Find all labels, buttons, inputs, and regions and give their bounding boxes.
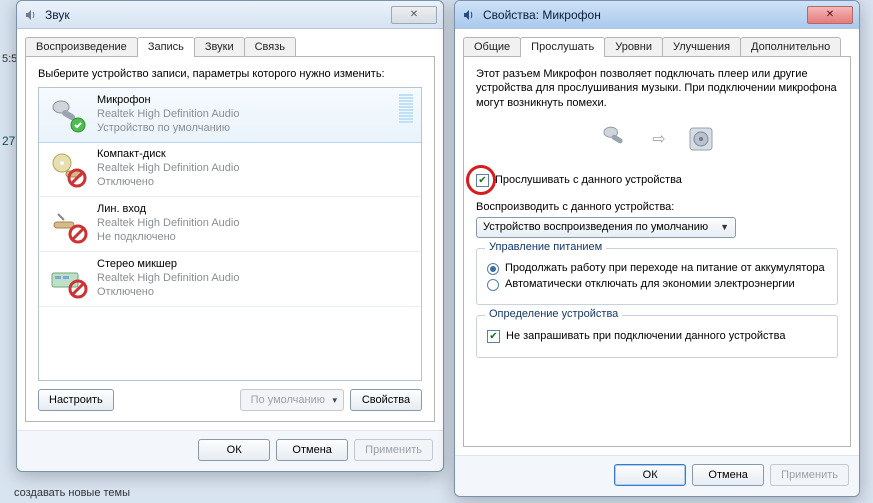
radio-auto-off[interactable] xyxy=(487,279,499,291)
sound-footer: ОК Отмена Применить xyxy=(17,430,443,471)
close-button[interactable]: ✕ xyxy=(807,6,853,24)
device-microphone[interactable]: Микрофон Realtek High Definition Audio У… xyxy=(38,87,422,143)
device-name: Компакт-диск xyxy=(97,148,413,162)
listen-checkbox[interactable]: ✔ xyxy=(476,174,489,187)
cancel-button[interactable]: Отмена xyxy=(276,439,348,461)
linein-icon xyxy=(47,203,89,245)
detection-group: Определение устройства ✔ Не запрашивать … xyxy=(476,315,838,358)
stereomix-icon xyxy=(47,258,89,300)
tab-recording[interactable]: Запись xyxy=(137,37,195,57)
cd-icon xyxy=(47,148,89,190)
device-driver: Realtek High Definition Audio xyxy=(97,217,413,231)
tab-listen[interactable]: Прослушать xyxy=(520,37,605,57)
speaker-device-icon xyxy=(686,124,716,154)
listen-checkbox-row[interactable]: ✔ Прослушивать с данного устройства xyxy=(476,174,838,187)
props-tabs: Общие Прослушать Уровни Улучшения Дополн… xyxy=(463,35,851,57)
bg-themes-text: создавать новые темы xyxy=(14,487,130,499)
speaker-icon xyxy=(461,7,477,23)
radio-continue[interactable] xyxy=(487,263,499,275)
power-management-group: Управление питанием Продолжать работу пр… xyxy=(476,248,838,305)
device-name: Лин. вход xyxy=(97,203,413,217)
device-status: Отключено xyxy=(97,176,413,190)
description-text: Этот разъем Микрофон позволяет подключат… xyxy=(476,67,838,110)
props-title: Свойства: Микрофон xyxy=(483,8,805,22)
device-status: Не подключено xyxy=(97,231,413,245)
sound-titlebar[interactable]: Звук ✕ xyxy=(17,1,443,29)
device-driver: Realtek High Definition Audio xyxy=(97,272,413,286)
cancel-button[interactable]: Отмена xyxy=(692,464,764,486)
power-option-auto-off[interactable]: Автоматически отключать для экономии эле… xyxy=(487,278,827,291)
power-option-continue[interactable]: Продолжать работу при переходе на питани… xyxy=(487,262,827,275)
power-opt2-label: Автоматически отключать для экономии эле… xyxy=(505,278,795,290)
device-stereomix[interactable]: Стерео микшер Realtek High Definition Au… xyxy=(39,252,421,307)
select-value: Устройство воспроизведения по умолчанию xyxy=(483,221,708,233)
device-name: Микрофон xyxy=(97,94,395,108)
power-opt1-label: Продолжать работу при переходе на питани… xyxy=(505,262,825,274)
playback-device-label: Воспроизводить с данного устройства: xyxy=(476,201,838,213)
detect-checkbox-row[interactable]: ✔ Не запрашивать при подключении данного… xyxy=(487,330,827,343)
mic-properties-window: Свойства: Микрофон ✕ Общие Прослушать Ур… xyxy=(454,0,860,497)
detect-group-title: Определение устройства xyxy=(485,308,622,320)
apply-button[interactable]: Применить xyxy=(770,464,849,486)
playback-device-select[interactable]: Устройство воспроизведения по умолчанию … xyxy=(476,217,736,238)
sound-title: Звук xyxy=(45,8,389,22)
device-cd[interactable]: Компакт-диск Realtek High Definition Aud… xyxy=(39,142,421,197)
ok-button[interactable]: ОК xyxy=(198,439,270,461)
illustration: ⇨ xyxy=(476,122,838,156)
arrow-right-icon: ⇨ xyxy=(652,129,665,149)
sound-window: Звук ✕ Воспроизведение Запись Звуки Связ… xyxy=(16,0,444,472)
device-name: Стерео микшер xyxy=(97,258,413,272)
device-status: Отключено xyxy=(97,286,413,300)
tab-communications[interactable]: Связь xyxy=(244,37,296,56)
device-driver: Realtek High Definition Audio xyxy=(97,162,413,176)
sound-tabs: Воспроизведение Запись Звуки Связь xyxy=(25,35,435,57)
configure-button[interactable]: Настроить xyxy=(38,389,114,411)
device-list: Микрофон Realtek High Definition Audio У… xyxy=(38,87,422,381)
props-footer: ОК Отмена Применить xyxy=(455,455,859,496)
tab-general[interactable]: Общие xyxy=(463,37,521,56)
chevron-down-icon: ▼ xyxy=(720,222,729,232)
microphone-icon xyxy=(47,94,89,136)
tab-playback[interactable]: Воспроизведение xyxy=(25,37,138,56)
props-titlebar[interactable]: Свойства: Микрофон ✕ xyxy=(455,1,859,29)
device-driver: Realtek High Definition Audio xyxy=(97,108,395,122)
detect-checkbox[interactable]: ✔ xyxy=(487,330,500,343)
ok-button[interactable]: ОК xyxy=(614,464,686,486)
microphone-icon xyxy=(598,122,632,156)
tab-enhancements[interactable]: Улучшения xyxy=(662,37,741,56)
speaker-icon xyxy=(23,7,39,23)
device-status: Устройство по умолчанию xyxy=(97,122,395,136)
tab-levels[interactable]: Уровни xyxy=(604,37,663,56)
detect-label: Не запрашивать при подключении данного у… xyxy=(506,330,785,342)
tab-sounds[interactable]: Звуки xyxy=(194,37,245,56)
device-linein[interactable]: Лин. вход Realtek High Definition Audio … xyxy=(39,197,421,252)
properties-button[interactable]: Свойства xyxy=(350,389,422,411)
instruction-text: Выберите устройство записи, параметры ко… xyxy=(38,67,422,81)
set-default-button[interactable]: По умолчанию xyxy=(240,389,344,411)
listen-label: Прослушивать с данного устройства xyxy=(495,174,682,186)
power-group-title: Управление питанием xyxy=(485,241,606,253)
apply-button[interactable]: Применить xyxy=(354,439,433,461)
close-button[interactable]: ✕ xyxy=(391,6,437,24)
level-meter xyxy=(399,94,413,123)
tab-advanced[interactable]: Дополнительно xyxy=(740,37,841,56)
